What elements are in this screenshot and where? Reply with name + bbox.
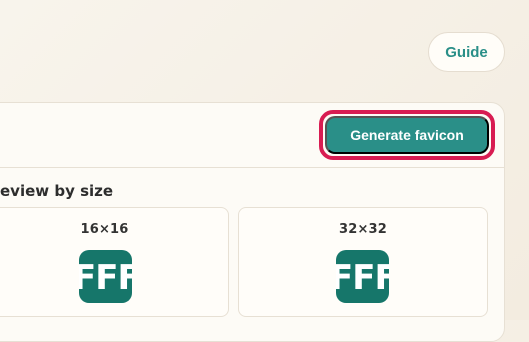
favicon-preview-icon: FFF [336,250,389,303]
favicon-preview-icon: FFF [79,250,132,303]
preview-card-label: 16×16 [80,222,129,237]
favicon-preview-text: FFF [336,258,389,298]
preview-card-16: 16×16 FFF [0,207,229,317]
preview-section-title: eview by size [0,182,114,200]
preview-card-32: 32×32 FFF [238,207,488,317]
favicon-preview-text: FFF [79,258,132,298]
generate-favicon-button[interactable]: Generate favicon [325,116,489,154]
preview-card-label: 32×32 [338,222,388,237]
guide-button[interactable]: Guide [428,32,505,72]
